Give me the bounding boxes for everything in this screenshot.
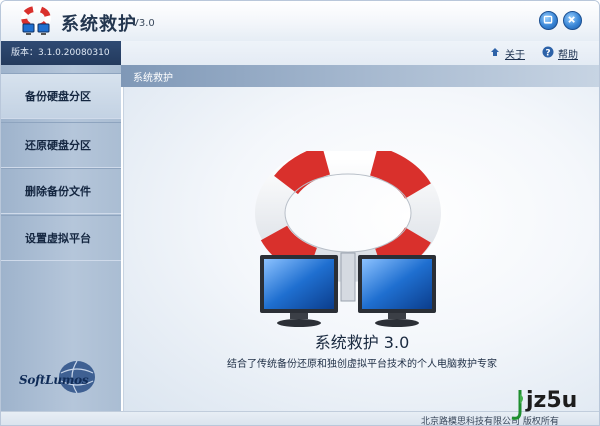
watermark: jz5u	[506, 386, 596, 424]
title-bar[interactable]: 系统救护 V3.0	[1, 1, 599, 41]
window-title: 系统救护	[61, 14, 137, 35]
help-icon: ?	[542, 46, 554, 58]
version-label: 版本：3.1.0.20080310	[1, 41, 121, 65]
info-bar: 版本：3.1.0.20080310 关于 ? 帮助	[1, 41, 599, 65]
sidebar: 备份硬盘分区 还原硬盘分区 删除备份文件 设置虚拟平台 SoftLumos	[1, 65, 121, 411]
content-panel: 系统救护 3.0 结合了传统备份还原和独创虚拟平台技术的个人电脑救护专家	[123, 87, 599, 411]
content-section-label: 系统救护	[133, 73, 173, 84]
sidebar-item-virtual-platform[interactable]: 设置虚拟平台	[1, 215, 121, 261]
minimize-icon	[543, 15, 553, 24]
main-subtitle: 结合了传统备份还原和独创虚拟平台技术的个人电脑救护专家	[227, 359, 497, 370]
main-content: 系统救护 系统救护 3.0 结合了传统备份还原和独创虚拟平台技术的个人电脑救护专…	[121, 65, 599, 411]
watermark-text: jz5u	[526, 388, 578, 413]
minimize-button[interactable]	[539, 11, 558, 30]
softlumos-logo: SoftLumos	[15, 355, 105, 399]
window-version: V3.0	[132, 18, 155, 29]
about-link[interactable]: 关于	[505, 46, 525, 61]
logo-text: SoftLumos	[19, 373, 89, 387]
leaf-icon	[511, 390, 523, 420]
sidebar-item-delete-backup[interactable]: 删除备份文件	[1, 168, 121, 214]
sidebar-item-backup-partition[interactable]: 备份硬盘分区	[1, 73, 121, 119]
svg-text:?: ?	[545, 49, 550, 59]
help-link[interactable]: 帮助	[558, 46, 578, 61]
main-title: 系统救护 3.0	[314, 333, 410, 352]
lifebuoy-computer-icon	[21, 6, 51, 35]
sidebar-item-restore-partition[interactable]: 还原硬盘分区	[1, 122, 121, 168]
app-window: 系统救护 V3.0 版本：3.1.0.20080310 关于 ? 帮助 备份硬盘…	[0, 0, 600, 426]
content-header: 系统救护	[121, 65, 599, 87]
lifebuoy-computers-illustration	[255, 151, 441, 327]
close-button[interactable]	[563, 11, 582, 30]
close-icon	[568, 16, 575, 23]
about-icon	[491, 48, 499, 56]
